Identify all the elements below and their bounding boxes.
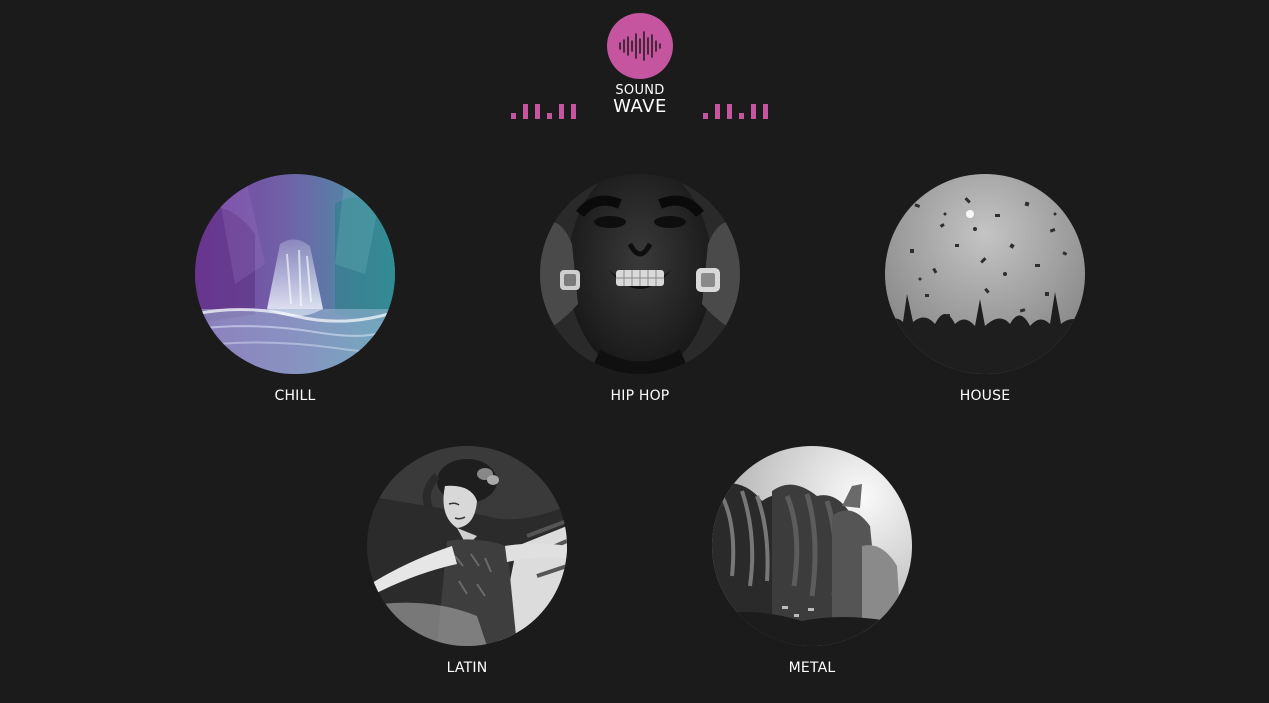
flamenco-dancer-painting[interactable]: [367, 446, 567, 646]
waterfall-photo[interactable]: [195, 174, 395, 374]
genre-label: HIP HOP: [610, 388, 670, 404]
equalizer-bars-icon: [511, 100, 583, 120]
brand-line2: WAVE: [613, 96, 667, 117]
genre-label: CHILL: [274, 388, 316, 404]
genre-house[interactable]: HOUSE: [885, 174, 1085, 404]
grill-smile-portrait[interactable]: [540, 174, 740, 374]
confetti-crowd-photo[interactable]: [885, 174, 1085, 374]
genre-metal[interactable]: METAL: [712, 446, 912, 676]
genre-label: LATIN: [446, 660, 488, 676]
genre-label: HOUSE: [959, 388, 1011, 404]
genre-hip-hop[interactable]: HIP HOP: [540, 174, 740, 404]
soundwave-icon[interactable]: [607, 13, 673, 79]
genre-selection-page: SOUND WAVE CHILL HIP HOP HOUSE LATIN MET…: [0, 0, 1269, 703]
genre-label: METAL: [788, 660, 836, 676]
genre-chill[interactable]: CHILL: [195, 174, 395, 404]
headbanging-crowd-photo[interactable]: [712, 446, 912, 646]
equalizer-bars-icon: [703, 100, 775, 120]
genre-latin[interactable]: LATIN: [367, 446, 567, 676]
brand-logo-text: SOUND WAVE: [590, 84, 690, 116]
